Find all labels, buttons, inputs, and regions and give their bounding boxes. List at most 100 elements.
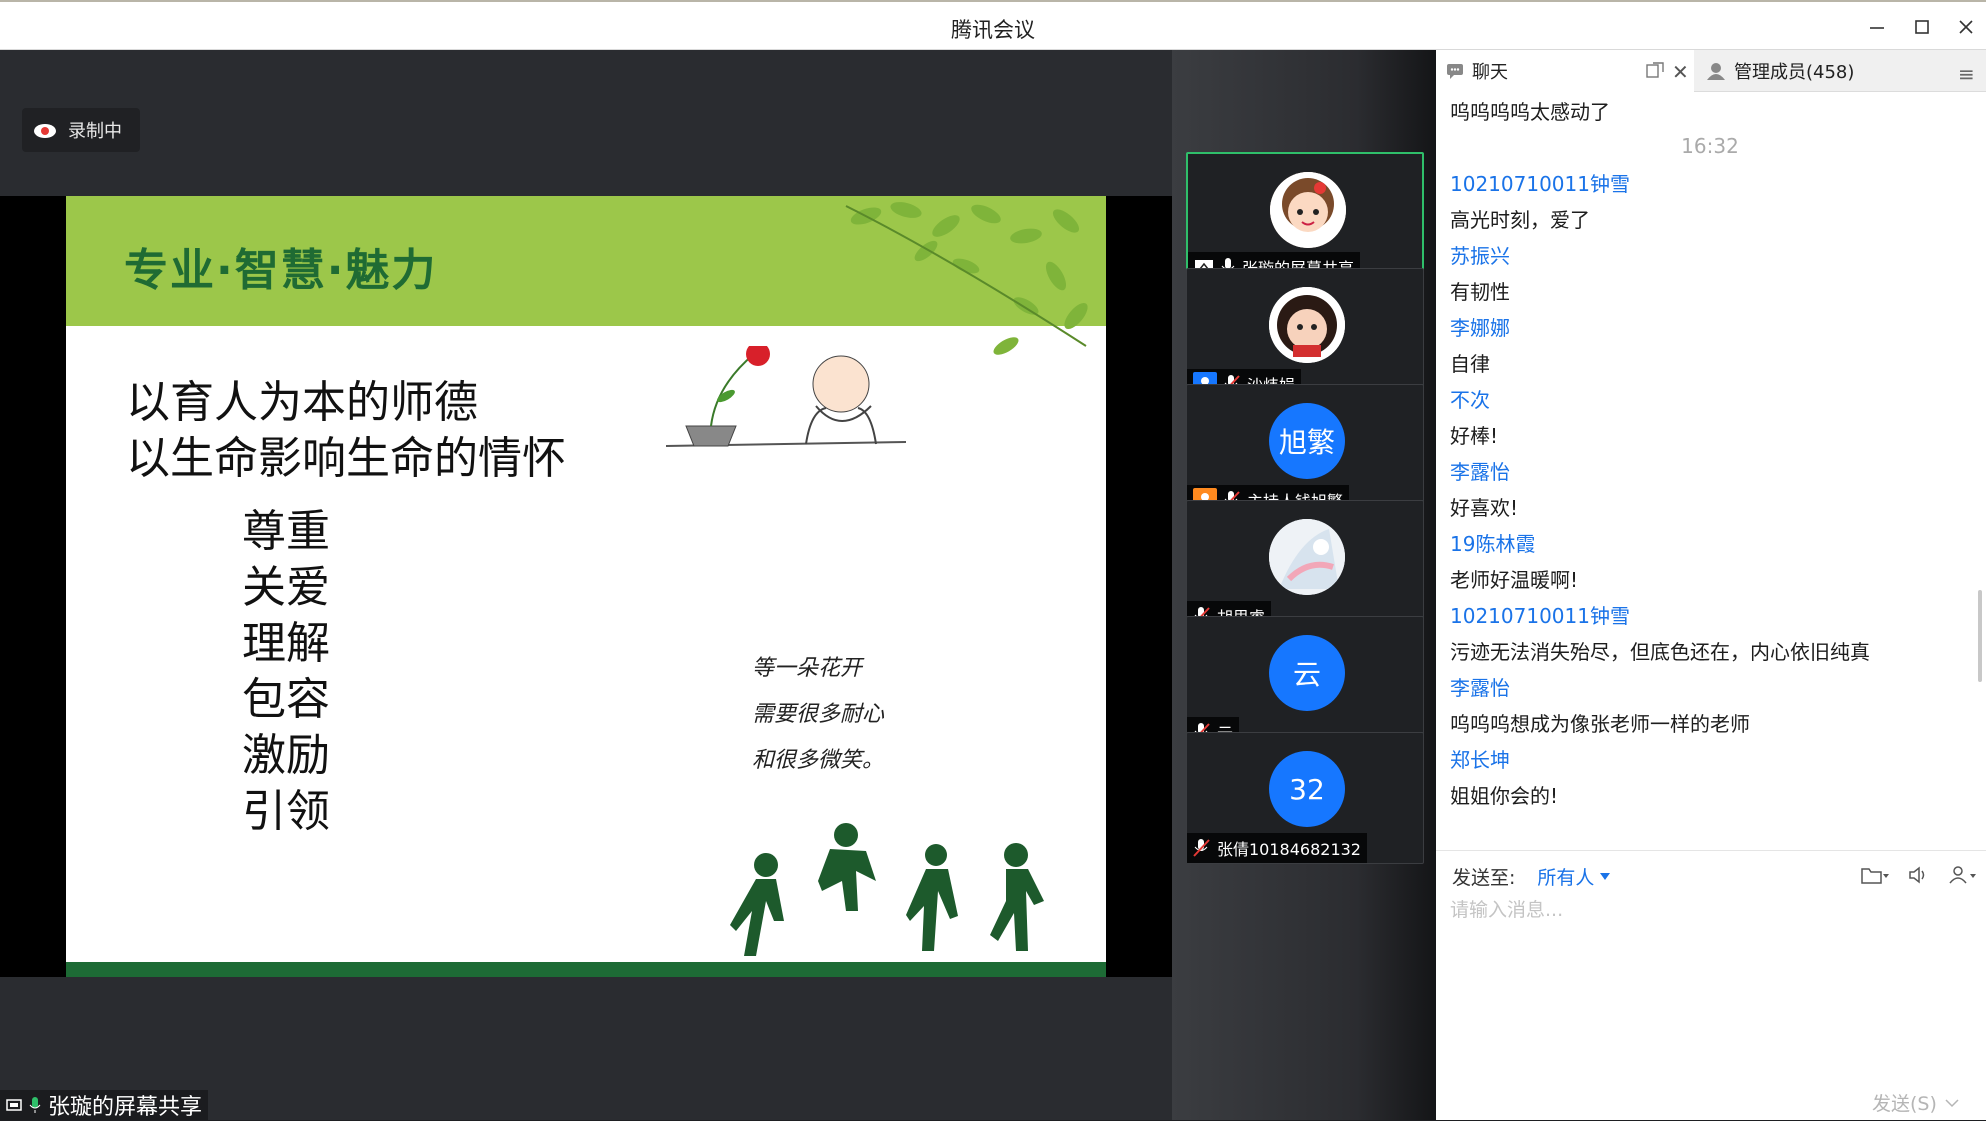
send-button[interactable]: 发送(S) (1872, 1089, 1959, 1116)
chat-sender[interactable]: 不次 (1450, 380, 1970, 416)
avatar: 云 (1269, 635, 1345, 711)
leaves-decoration (845, 202, 1088, 355)
slide-caption: 等一朵花开 需要很多耐心 和很多微笑。 (752, 646, 884, 784)
chat-message: 好喜欢! (1450, 488, 1970, 524)
virtue-item: 理解 (242, 618, 330, 669)
minimize-icon[interactable] (1862, 12, 1892, 42)
avatar (1269, 519, 1345, 595)
close-tab-icon[interactable]: ✕ (1672, 60, 1689, 84)
participant-tile[interactable]: 沙炜娟 (1186, 268, 1424, 400)
participant-tile[interactable]: 云 云 (1186, 616, 1424, 748)
children-silhouettes (730, 823, 1044, 956)
teacher-flower-illustration (666, 346, 907, 447)
menu-icon[interactable]: ≡ (1958, 62, 1975, 86)
message-text: 呜呜呜呜太感动了 (1450, 99, 1610, 124)
sender-name: 不次 (1450, 387, 1490, 412)
chat-sender[interactable]: 10210710011钟雪 (1450, 596, 1970, 632)
avatar (1269, 287, 1345, 363)
folder-icon[interactable] (1860, 863, 1890, 887)
send-label: 发送(S) (1872, 1093, 1937, 1115)
virtue-item: 包容 (242, 674, 330, 725)
message-text: 高光时刻，爱了 (1450, 207, 1590, 232)
chat-message: 污迹无法消失殆尽，但底色还在，内心依旧纯真 (1450, 632, 1970, 668)
participant-tile[interactable]: 旭繁 主持人钱旭繁 (1186, 384, 1424, 516)
title-bar: 腾讯会议 (0, 0, 1986, 50)
sender-name: 李娜娜 (1450, 315, 1510, 340)
shared-screen-stage: 录制中 专业·智慧·魅力 以育人为本的师德 以生命影响生命的情怀 尊重 关爱 理… (0, 50, 1172, 1120)
sender-name: 李露怡 (1450, 675, 1510, 700)
participant-tile[interactable]: 32 张倩10184682132 (1186, 732, 1424, 864)
presentation-slide: 专业·智慧·魅力 以育人为本的师德 以生命影响生命的情怀 尊重 关爱 理解 包容… (66, 196, 1106, 977)
virtue-item: 激励 (242, 730, 330, 781)
sender-name: 苏振兴 (1450, 243, 1510, 268)
caption-line: 需要很多耐心 (752, 702, 885, 727)
slide-line-1: 以育人为本的师德 (126, 377, 478, 428)
send-to-target: 所有人 (1537, 867, 1595, 889)
cloud-record-icon (32, 120, 58, 140)
side-panel: 聊天 ✕ 管理成员(458) ≡ 呜呜呜呜太感动了 16:32 1021071001… (1436, 50, 1986, 1120)
virtue-item: 尊重 (242, 506, 330, 557)
popout-icon[interactable] (1646, 62, 1664, 78)
chat-sender[interactable]: 19陈林霞 (1450, 524, 1970, 560)
timestamp-text: 16:32 (1681, 134, 1739, 158)
participant-name: 张倩10184682132 (1217, 840, 1361, 859)
virtue-item: 关爱 (242, 562, 330, 613)
chat-sender[interactable]: 李露怡 (1450, 452, 1970, 488)
message-text: 自律 (1450, 351, 1490, 376)
slide-header-title: 专业·智慧·魅力 (124, 245, 438, 296)
message-text: 老师好温暖啊! (1450, 567, 1579, 592)
chevron-down-icon (1600, 872, 1611, 880)
chat-message: 姐姐你会的! (1450, 776, 1970, 812)
speaker-icon[interactable] (1904, 863, 1934, 887)
chat-message: 呜呜呜想成为像张老师一样的老师 (1450, 704, 1970, 740)
mic-muted-icon (1193, 839, 1210, 857)
slide-frame: 专业·智慧·魅力 以育人为本的师德 以生命影响生命的情怀 尊重 关爱 理解 包容… (0, 196, 1172, 977)
user-settings-icon[interactable] (1948, 863, 1978, 887)
tab-chat[interactable]: 聊天 ✕ (1436, 50, 1694, 92)
screen-share-icon (6, 1099, 22, 1111)
recording-label: 录制中 (68, 121, 122, 142)
avatar: 32 (1269, 751, 1345, 827)
message-text: 好喜欢! (1450, 495, 1519, 520)
chat-sender[interactable]: 郑长坤 (1450, 740, 1970, 776)
message-text: 有韧性 (1450, 279, 1510, 304)
chat-message: 有韧性 (1450, 272, 1970, 308)
screen-share-text: 张璇的屏幕共享 (48, 1095, 203, 1120)
tab-members[interactable]: 管理成员(458) (1696, 50, 1946, 92)
virtue-item: 引领 (242, 786, 330, 837)
message-text: 好棒! (1450, 423, 1499, 448)
close-icon[interactable] (1951, 12, 1981, 42)
send-to-dropdown[interactable]: 所有人 (1537, 863, 1611, 890)
chat-scrollbar[interactable] (1978, 590, 1982, 682)
chevron-down-icon (1945, 1098, 1959, 1107)
chat-message-list: 呜呜呜呜太感动了 16:32 10210710011钟雪 高光时刻，爱了 苏振兴 有韧性李… (1450, 92, 1970, 850)
chat-message: 好棒! (1450, 416, 1970, 452)
chat-icon (1447, 64, 1463, 79)
message-text: 呜呜呜想成为像张老师一样的老师 (1450, 711, 1750, 736)
window-title: 腾讯会议 (951, 18, 1035, 42)
screen-share-label: 张璇的屏幕共享 (0, 1090, 209, 1120)
recording-badge[interactable]: 录制中 (22, 108, 140, 152)
sender-name: 郑长坤 (1450, 747, 1510, 772)
tab-chat-label: 聊天 (1472, 62, 1508, 83)
chat-sender[interactable]: 李露怡 (1450, 668, 1970, 704)
sender-name: 10210710011钟雪 (1450, 171, 1630, 196)
message-text: 姐姐你会的! (1450, 783, 1559, 808)
video-strip: 张璇的屏幕共享 沙炜娟 旭繁 主持人钱旭繁 胡思睿 云 (1172, 50, 1436, 1120)
chat-message: 自律 (1450, 344, 1970, 380)
chat-message: 高光时刻，爱了 (1450, 200, 1970, 236)
participant-name-bar: 张倩10184682132 (1187, 833, 1367, 863)
panel-tabs: 聊天 ✕ 管理成员(458) ≡ (1436, 50, 1986, 92)
message-input[interactable] (1450, 895, 1970, 1065)
virtue-list: 尊重 关爱 理解 包容 激励 引领 (242, 504, 330, 840)
participant-tile[interactable]: 胡思睿 (1186, 500, 1424, 632)
composer-toolbar (1860, 863, 1978, 887)
participant-tile[interactable]: 张璇的屏幕共享 (1186, 152, 1424, 284)
caption-line: 和很多微笑。 (752, 748, 885, 773)
chat-sender[interactable]: 李娜娜 (1450, 308, 1970, 344)
caption-line: 等一朵花开 (752, 656, 863, 681)
maximize-icon[interactable] (1907, 12, 1937, 42)
chat-sender[interactable]: 苏振兴 (1450, 236, 1970, 272)
members-icon (1707, 63, 1725, 80)
chat-sender[interactable]: 10210710011钟雪 (1450, 164, 1970, 200)
